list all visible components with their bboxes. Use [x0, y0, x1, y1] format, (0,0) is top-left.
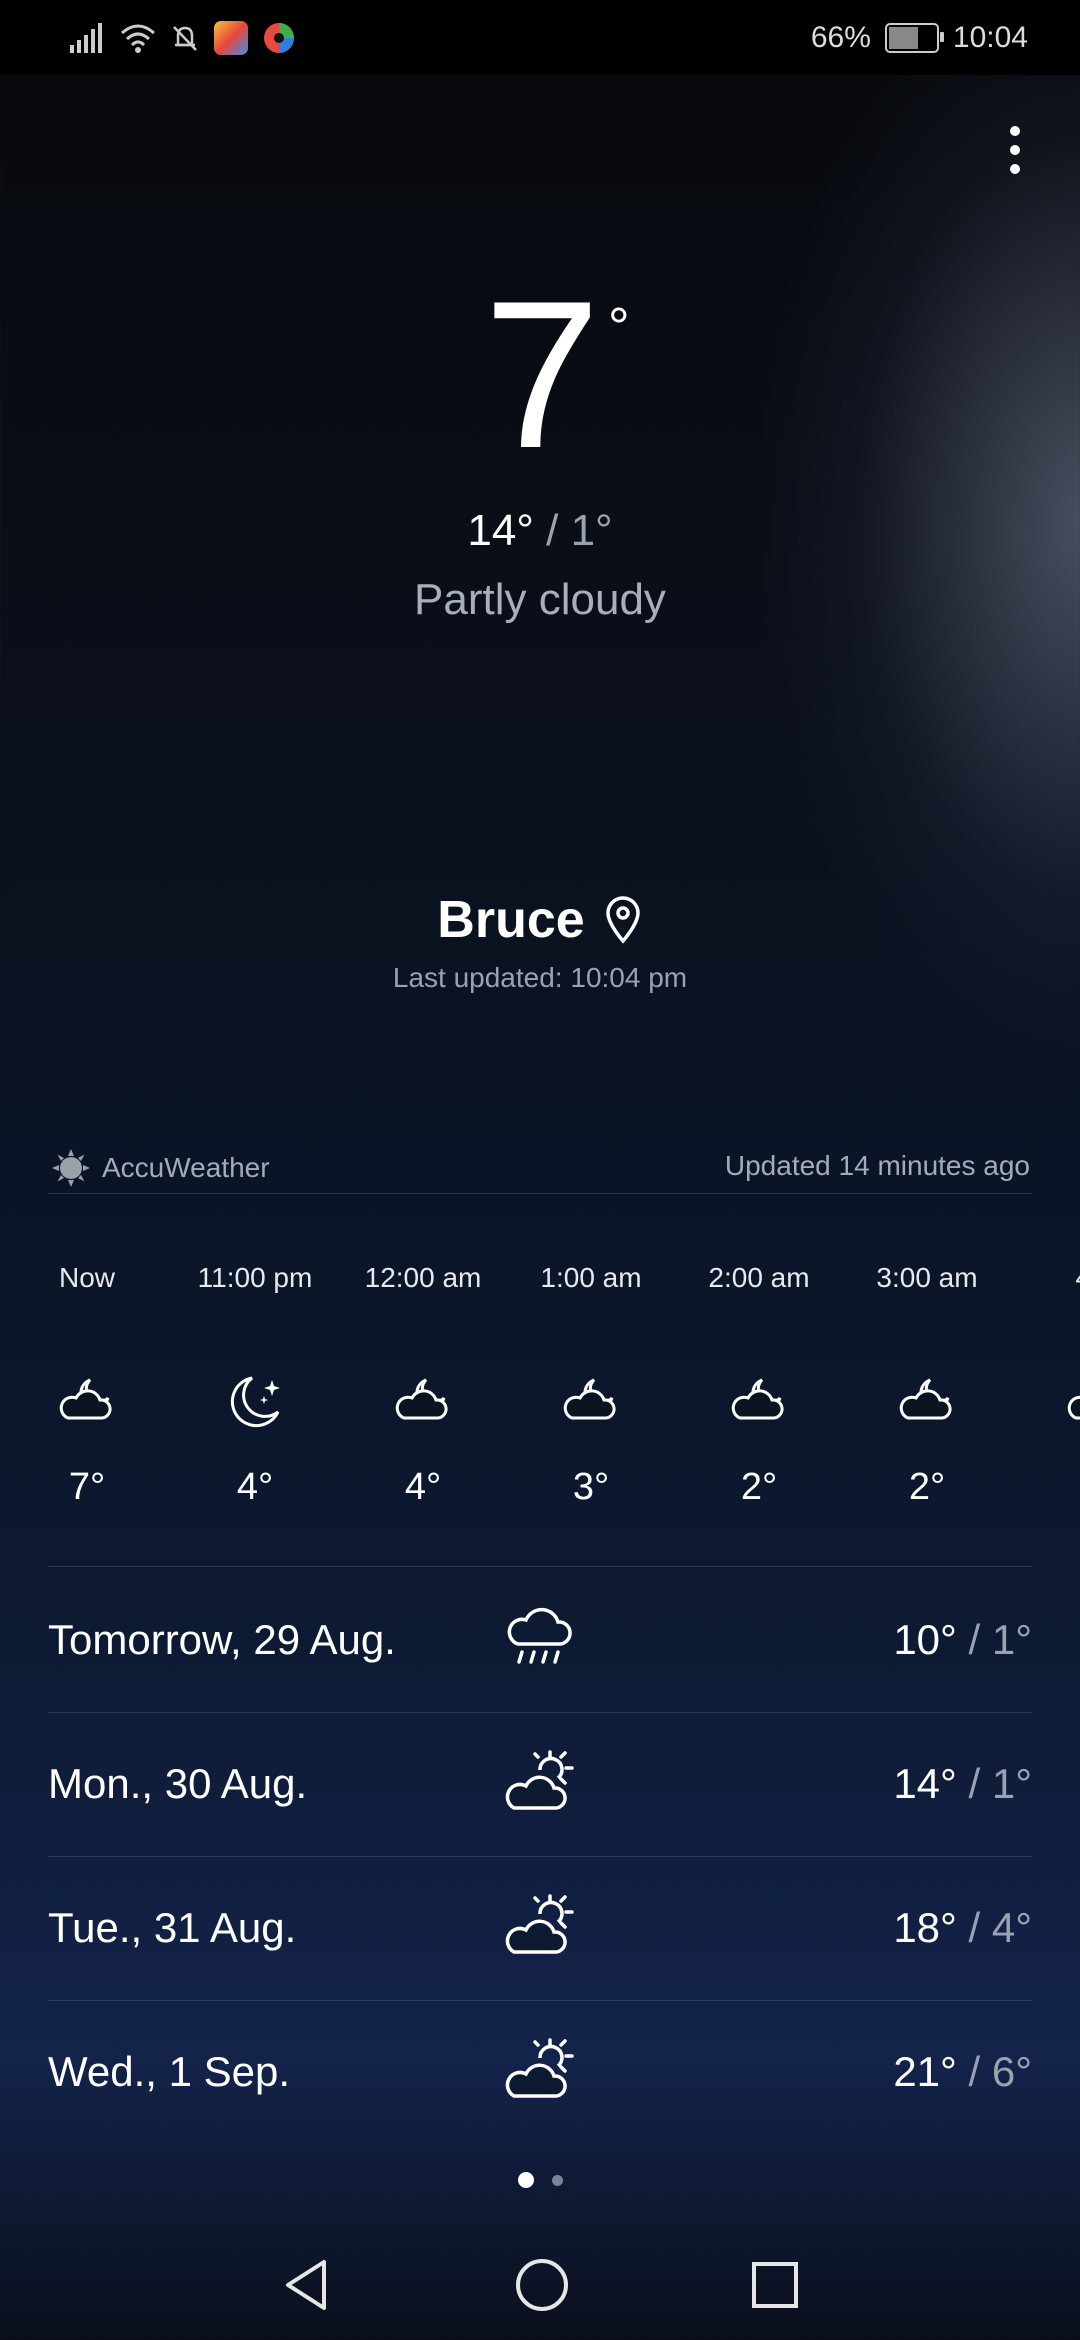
battery-fill: [888, 27, 918, 49]
temp-separator: /: [956, 1760, 992, 1807]
hour-icon-wrap: [171, 1372, 339, 1432]
clear-night-icon: [224, 1372, 286, 1432]
hour-temp: 4°: [404, 1466, 442, 1508]
hour-temp: 2°: [908, 1466, 946, 1508]
home-button[interactable]: [514, 2257, 570, 2313]
partly-sunny-icon: [504, 1750, 574, 1816]
hour-temp: 3°: [572, 1466, 610, 1508]
hour-time: 1:00 am: [540, 1262, 642, 1293]
page-indicator: [0, 2172, 1080, 2188]
hour-icon-wrap: [507, 1372, 675, 1432]
day-high: 10°: [893, 1616, 957, 1663]
day-high: 14°: [893, 1760, 957, 1807]
provider-label[interactable]: AccuWeather: [52, 1148, 270, 1188]
battery-percent: 66%: [810, 21, 871, 54]
day-high: 18°: [893, 1904, 957, 1951]
hour-icon-wrap: [3, 1372, 171, 1432]
wifi-icon: [121, 24, 155, 53]
rain-icon: [504, 1606, 574, 1672]
accuweather-sun-icon: [52, 1149, 90, 1187]
day-label: Tomorrow, 29 Aug.: [48, 1616, 396, 1663]
day-high-low: 21° / 6°: [893, 2048, 1032, 2096]
battery-icon: [884, 23, 944, 53]
back-button[interactable]: [280, 2258, 334, 2312]
bell-muted-icon: [173, 26, 197, 51]
hour-temp: 2°: [740, 1466, 778, 1508]
app-icon: [214, 21, 248, 55]
divider: [48, 1193, 1032, 1194]
status-icons-left: [70, 14, 296, 62]
temp-separator: /: [956, 1616, 992, 1663]
hour-icon-wrap: [675, 1372, 843, 1432]
partly-cloudy-night-icon: [728, 1372, 790, 1432]
day-high-low: 14° / 1°: [893, 1760, 1032, 1808]
provider-name[interactable]: AccuWeather: [102, 1152, 270, 1184]
recents-button[interactable]: [750, 2260, 800, 2310]
partly-sunny-icon: [504, 2038, 574, 2104]
divider: [48, 1566, 1032, 1567]
day-high-low: 10° / 1°: [893, 1616, 1032, 1664]
hour-time: 11:00 pm: [197, 1262, 313, 1293]
hour-time: 4:0: [1011, 1262, 1080, 1294]
daily-row[interactable]: Wed., 1 Sep. 21° / 6°: [48, 2000, 1032, 2144]
more-options-button[interactable]: [980, 110, 1050, 190]
page-dot-active: [517, 2172, 534, 2188]
location-header[interactable]: Bruce: [0, 890, 1080, 950]
partly-cloudy-night-icon: [392, 1372, 454, 1432]
daily-row[interactable]: Tue., 31 Aug. 18° / 4°: [48, 1856, 1032, 2000]
location-pin-icon[interactable]: [603, 896, 643, 944]
status-icons-right: 66% 10:04: [811, 14, 1028, 62]
weather-condition: Partly cloudy: [414, 575, 666, 624]
day-label: Tue., 31 Aug.: [48, 1904, 297, 1951]
day-low: 1°: [991, 1616, 1032, 1663]
hour-icon-wrap: [843, 1372, 1011, 1432]
current-temperature: 7: [483, 257, 601, 492]
high-temp: 14°: [467, 506, 534, 555]
navigation-bar: [0, 2230, 1080, 2340]
day-low: 4°: [991, 1904, 1032, 1951]
signal-icon: [70, 23, 102, 53]
low-temp: 1°: [570, 506, 613, 555]
last-updated: Last updated: 10:04 pm: [392, 962, 688, 993]
city-name[interactable]: Bruce: [437, 890, 584, 950]
dot-icon: [1010, 145, 1020, 155]
provider-updated: Updated 14 minutes ago: [724, 1150, 1030, 1181]
hour-temp: 7°: [68, 1466, 106, 1508]
daily-row[interactable]: Tomorrow, 29 Aug. 10° / 1°: [48, 1568, 1032, 1712]
degree-symbol: °: [608, 297, 630, 357]
partly-cloudy-night-icon: [896, 1372, 958, 1432]
daily-row[interactable]: Mon., 30 Aug. 14° / 1°: [48, 1712, 1032, 1856]
day-label: Wed., 1 Sep.: [48, 2048, 291, 2095]
dot-icon: [1010, 164, 1020, 174]
hour-time: 3:00 am: [876, 1262, 978, 1293]
hour-icon-wrap: [339, 1372, 507, 1432]
partly-cloudy-night-icon: [1064, 1372, 1080, 1432]
app-icon: [264, 23, 294, 53]
temp-separator: /: [533, 506, 571, 555]
temp-separator: /: [956, 1904, 992, 1951]
page-dot: [551, 2174, 563, 2186]
temp-separator: /: [956, 2048, 992, 2095]
hour-time: 12:00 am: [364, 1262, 482, 1293]
day-low: 6°: [991, 2048, 1032, 2095]
hour-icon-wrap: [1011, 1372, 1080, 1432]
hour-time: Now: [58, 1262, 115, 1293]
partly-cloudy-night-icon: [56, 1372, 118, 1432]
partly-sunny-icon: [504, 1894, 574, 1960]
day-high-low: 18° / 4°: [893, 1904, 1032, 1952]
dot-icon: [1010, 126, 1020, 136]
clock: 10:04: [952, 21, 1028, 54]
high-low-temperature: 14° / 1°: [0, 506, 1080, 556]
day-high: 21°: [893, 2048, 957, 2095]
hour-temp: 4°: [236, 1466, 274, 1508]
day-label: Mon., 30 Aug.: [48, 1760, 308, 1807]
partly-cloudy-night-icon: [560, 1372, 622, 1432]
hour-time: 2:00 am: [708, 1262, 810, 1293]
day-low: 1°: [991, 1760, 1032, 1807]
